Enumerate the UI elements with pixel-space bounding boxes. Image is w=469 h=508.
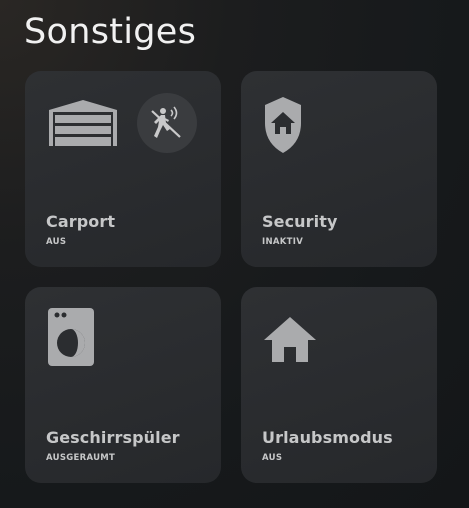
motion-sensor-badge[interactable]: [137, 93, 197, 153]
tile-urlaubsmodus[interactable]: Urlaubsmodus AUS: [241, 287, 437, 483]
tile-state: AUSGERAUMT: [46, 453, 116, 463]
garage-icon: [49, 100, 117, 146]
tile-state: AUS: [262, 453, 283, 463]
tile-title: Urlaubsmodus: [262, 428, 393, 447]
tile-carport[interactable]: Carport AUS: [25, 71, 221, 267]
dishwasher-icon: [48, 308, 94, 366]
section-title: Sonstiges: [24, 12, 197, 52]
tile-state: INAKTIV: [262, 237, 304, 247]
shield-home-icon: [265, 97, 301, 153]
tile-title: Carport: [46, 212, 116, 231]
tile-title: Security: [262, 212, 338, 231]
home-icon: [264, 317, 316, 362]
tile-geschirrspueler[interactable]: Geschirrspüler AUSGERAUMT: [25, 287, 221, 483]
tile-security[interactable]: Security INAKTIV: [241, 71, 437, 267]
motion-sensor-off-icon: [151, 106, 181, 138]
tile-state: AUS: [46, 237, 67, 247]
tile-title: Geschirrspüler: [46, 428, 180, 447]
